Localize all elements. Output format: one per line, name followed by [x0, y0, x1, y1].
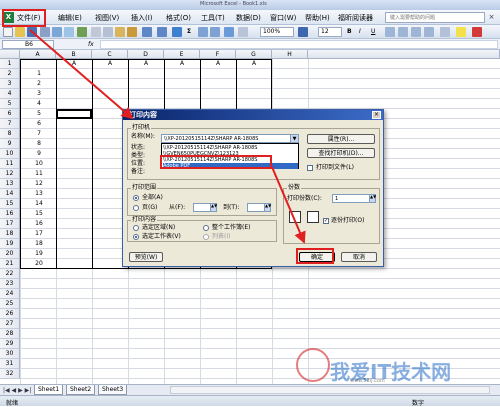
watermark-logo-icon — [296, 348, 330, 382]
annotation-arrows — [29, 29, 306, 244]
watermark-url: www.52ij.com — [350, 378, 385, 384]
watermark-brand: 我爱IT技术网 — [330, 360, 452, 384]
arrow-file-to-dialog — [29, 29, 134, 120]
arrow-pdf-to-ok — [271, 166, 306, 244]
